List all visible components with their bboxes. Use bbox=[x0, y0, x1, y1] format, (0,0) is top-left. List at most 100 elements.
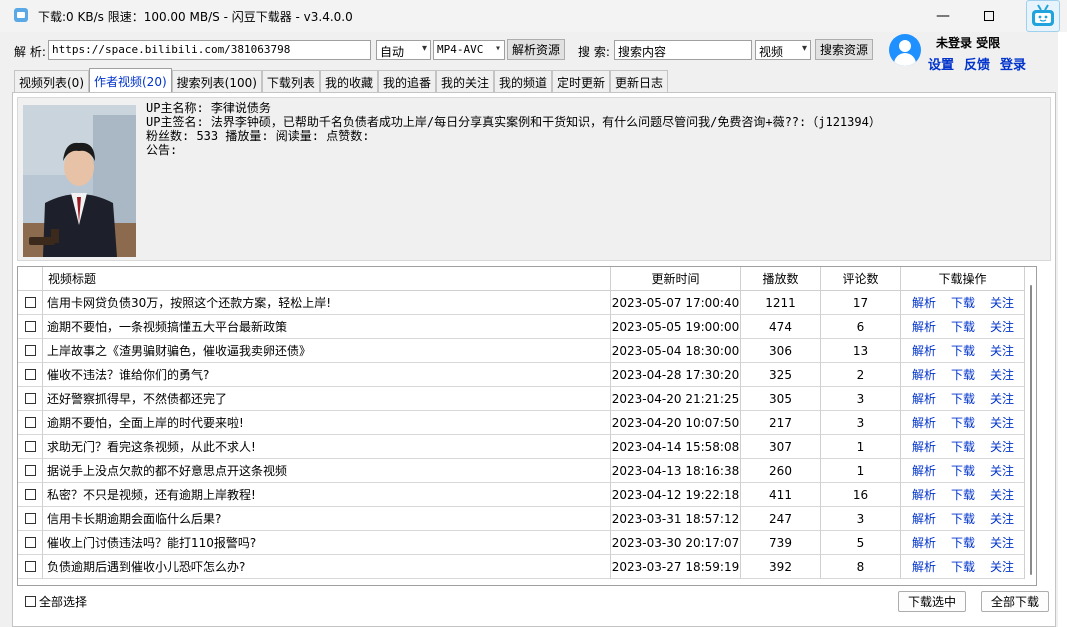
row-checkbox[interactable] bbox=[24, 297, 36, 308]
tab-scheduled-update[interactable]: 定时更新 bbox=[552, 70, 611, 92]
download-selected-button[interactable]: 下载选中 bbox=[898, 591, 966, 612]
follow-link[interactable]: 关注 bbox=[990, 411, 1014, 435]
format-select[interactable]: MP4-AVC ▾ bbox=[433, 40, 505, 60]
download-link[interactable]: 下载 bbox=[951, 555, 975, 579]
parse-link[interactable]: 解析 bbox=[912, 459, 936, 483]
parse-link[interactable]: 解析 bbox=[912, 483, 936, 507]
avatar[interactable] bbox=[889, 34, 921, 66]
tab-my-bangumi[interactable]: 我的追番 bbox=[377, 70, 436, 92]
row-checkbox[interactable] bbox=[24, 513, 36, 524]
download-link[interactable]: 下载 bbox=[951, 435, 975, 459]
download-link[interactable]: 下载 bbox=[951, 315, 975, 339]
follow-link[interactable]: 关注 bbox=[990, 315, 1014, 339]
parse-link[interactable]: 解析 bbox=[912, 531, 936, 555]
maximize-button[interactable] bbox=[966, 0, 1012, 32]
download-link[interactable]: 下载 bbox=[951, 387, 975, 411]
table-row[interactable]: 据说手上没点欠款的都不好意思点开这条视频 2023-04-13 18:16:38 2… bbox=[18, 459, 1025, 483]
tab-my-following[interactable]: 我的关注 bbox=[435, 70, 494, 92]
tab-download-list[interactable]: 下载列表 bbox=[261, 70, 320, 92]
user-icon bbox=[899, 40, 911, 52]
tab-author-videos[interactable]: 作者视频(20) bbox=[89, 68, 172, 92]
follow-link[interactable]: 关注 bbox=[990, 531, 1014, 555]
follow-link[interactable]: 关注 bbox=[990, 387, 1014, 411]
tv-mascot-icon[interactable] bbox=[1026, 0, 1060, 32]
search-type-select[interactable]: 视频 ▾ bbox=[755, 40, 811, 60]
download-link[interactable]: 下载 bbox=[951, 531, 975, 555]
row-checkbox[interactable] bbox=[24, 417, 36, 428]
row-checkbox[interactable] bbox=[24, 345, 36, 356]
table-row[interactable]: 负债逾期后遇到催收小儿恐吓怎么办? 2023-03-27 18:59:19 392 8… bbox=[18, 555, 1025, 579]
download-link[interactable]: 下载 bbox=[951, 483, 975, 507]
follow-link[interactable]: 关注 bbox=[990, 459, 1014, 483]
table-scrollbar[interactable] bbox=[1026, 267, 1036, 585]
follow-link[interactable]: 关注 bbox=[990, 507, 1014, 531]
feedback-link[interactable]: 反馈 bbox=[964, 58, 990, 73]
row-checkbox[interactable] bbox=[24, 441, 36, 452]
tab-my-favorites[interactable]: 我的收藏 bbox=[319, 70, 378, 92]
tab-changelog[interactable]: 更新日志 bbox=[610, 70, 669, 92]
parse-link[interactable]: 解析 bbox=[912, 315, 936, 339]
header-plays[interactable]: 播放数 bbox=[741, 267, 821, 291]
login-link[interactable]: 登录 bbox=[1000, 58, 1026, 73]
scrollbar-thumb[interactable] bbox=[1030, 285, 1032, 575]
download-link[interactable]: 下载 bbox=[951, 339, 975, 363]
table-row[interactable]: 私密？不只是视频，还有逾期上岸教程! 2023-04-12 19:22:18 411… bbox=[18, 483, 1025, 507]
parse-link[interactable]: 解析 bbox=[912, 555, 936, 579]
row-checkbox[interactable] bbox=[24, 537, 36, 548]
table-row[interactable]: 还好警察抓得早，不然债都还完了 2023-04-20 21:21:25 305 3 解析… bbox=[18, 387, 1025, 411]
tab-my-channels[interactable]: 我的频道 bbox=[493, 70, 552, 92]
row-checkbox[interactable] bbox=[24, 489, 36, 500]
parse-link[interactable]: 解析 bbox=[912, 435, 936, 459]
video-update-time: 2023-04-28 17:30:20 bbox=[611, 363, 741, 387]
settings-link[interactable]: 设置 bbox=[928, 58, 954, 73]
parse-link[interactable]: 解析 bbox=[912, 411, 936, 435]
row-checkbox[interactable] bbox=[24, 393, 36, 404]
table-row[interactable]: 上岸故事之《渣男骗财骗色，催收逼我卖卵还债》 2023-05-04 18:30:0… bbox=[18, 339, 1025, 363]
table-row[interactable]: 催收上门讨债违法吗？能打110报警吗? 2023-03-30 20:17:07 73… bbox=[18, 531, 1025, 555]
parse-link[interactable]: 解析 bbox=[912, 387, 936, 411]
follow-link[interactable]: 关注 bbox=[990, 291, 1014, 315]
video-comment-count: 3 bbox=[821, 411, 901, 435]
video-title: 据说手上没点欠款的都不好意思点开这条视频 bbox=[43, 459, 611, 483]
follow-link[interactable]: 关注 bbox=[990, 435, 1014, 459]
follow-link[interactable]: 关注 bbox=[990, 339, 1014, 363]
table-row[interactable]: 信用卡长期逾期会面临什么后果? 2023-03-31 18:57:12 247 3 解析… bbox=[18, 507, 1025, 531]
download-link[interactable]: 下载 bbox=[951, 411, 975, 435]
header-time[interactable]: 更新时间 bbox=[611, 267, 741, 291]
tab-video-list[interactable]: 视频列表(0) bbox=[14, 70, 89, 92]
parse-link[interactable]: 解析 bbox=[912, 507, 936, 531]
header-comments[interactable]: 评论数 bbox=[821, 267, 901, 291]
quality-select[interactable]: 自动 ▾ bbox=[376, 40, 431, 60]
follow-link[interactable]: 关注 bbox=[990, 555, 1014, 579]
parse-link[interactable]: 解析 bbox=[912, 363, 936, 387]
table-row[interactable]: 信用卡网贷负债30万，按照这个还款方案，轻松上岸! 2023-05-07 17:0… bbox=[18, 291, 1025, 315]
download-link[interactable]: 下载 bbox=[951, 459, 975, 483]
url-input[interactable]: https://space.bilibili.com/381063798 bbox=[48, 40, 371, 60]
parse-link[interactable]: 解析 bbox=[912, 291, 936, 315]
tab-search-list[interactable]: 搜索列表(100) bbox=[171, 70, 262, 92]
table-row[interactable]: 催收不违法？谁给你们的勇气? 2023-04-28 17:30:20 325 2 解析下… bbox=[18, 363, 1025, 387]
header-title[interactable]: 视频标题 bbox=[43, 267, 611, 291]
download-link[interactable]: 下载 bbox=[951, 507, 975, 531]
uploader-notice: 公告: bbox=[146, 143, 178, 157]
download-link[interactable]: 下载 bbox=[951, 363, 975, 387]
row-checkbox[interactable] bbox=[24, 321, 36, 332]
follow-link[interactable]: 关注 bbox=[990, 483, 1014, 507]
row-checkbox[interactable] bbox=[24, 561, 36, 572]
search-button[interactable]: 搜索资源 bbox=[815, 39, 873, 60]
table-row[interactable]: 求助无门？看完这条视频，从此不求人! 2023-04-14 15:58:08 307… bbox=[18, 435, 1025, 459]
video-comment-count: 5 bbox=[821, 531, 901, 555]
minimize-button[interactable]: — bbox=[920, 0, 966, 32]
select-all-checkbox[interactable] bbox=[25, 596, 36, 607]
search-input[interactable]: 搜索内容 bbox=[614, 40, 752, 60]
row-checkbox[interactable] bbox=[24, 369, 36, 380]
parse-link[interactable]: 解析 bbox=[912, 339, 936, 363]
table-row[interactable]: 逾期不要怕，全面上岸的时代要来啦! 2023-04-20 10:07:50 217 3… bbox=[18, 411, 1025, 435]
download-all-button[interactable]: 全部下载 bbox=[981, 591, 1049, 612]
parse-button[interactable]: 解析资源 bbox=[507, 39, 565, 60]
select-all[interactable]: 全部选择 bbox=[25, 593, 87, 610]
table-row[interactable]: 逾期不要怕，一条视频搞懂五大平台最新政策 2023-05-05 19:00:00 4… bbox=[18, 315, 1025, 339]
row-checkbox[interactable] bbox=[24, 465, 36, 476]
download-link[interactable]: 下载 bbox=[951, 291, 975, 315]
follow-link[interactable]: 关注 bbox=[990, 363, 1014, 387]
